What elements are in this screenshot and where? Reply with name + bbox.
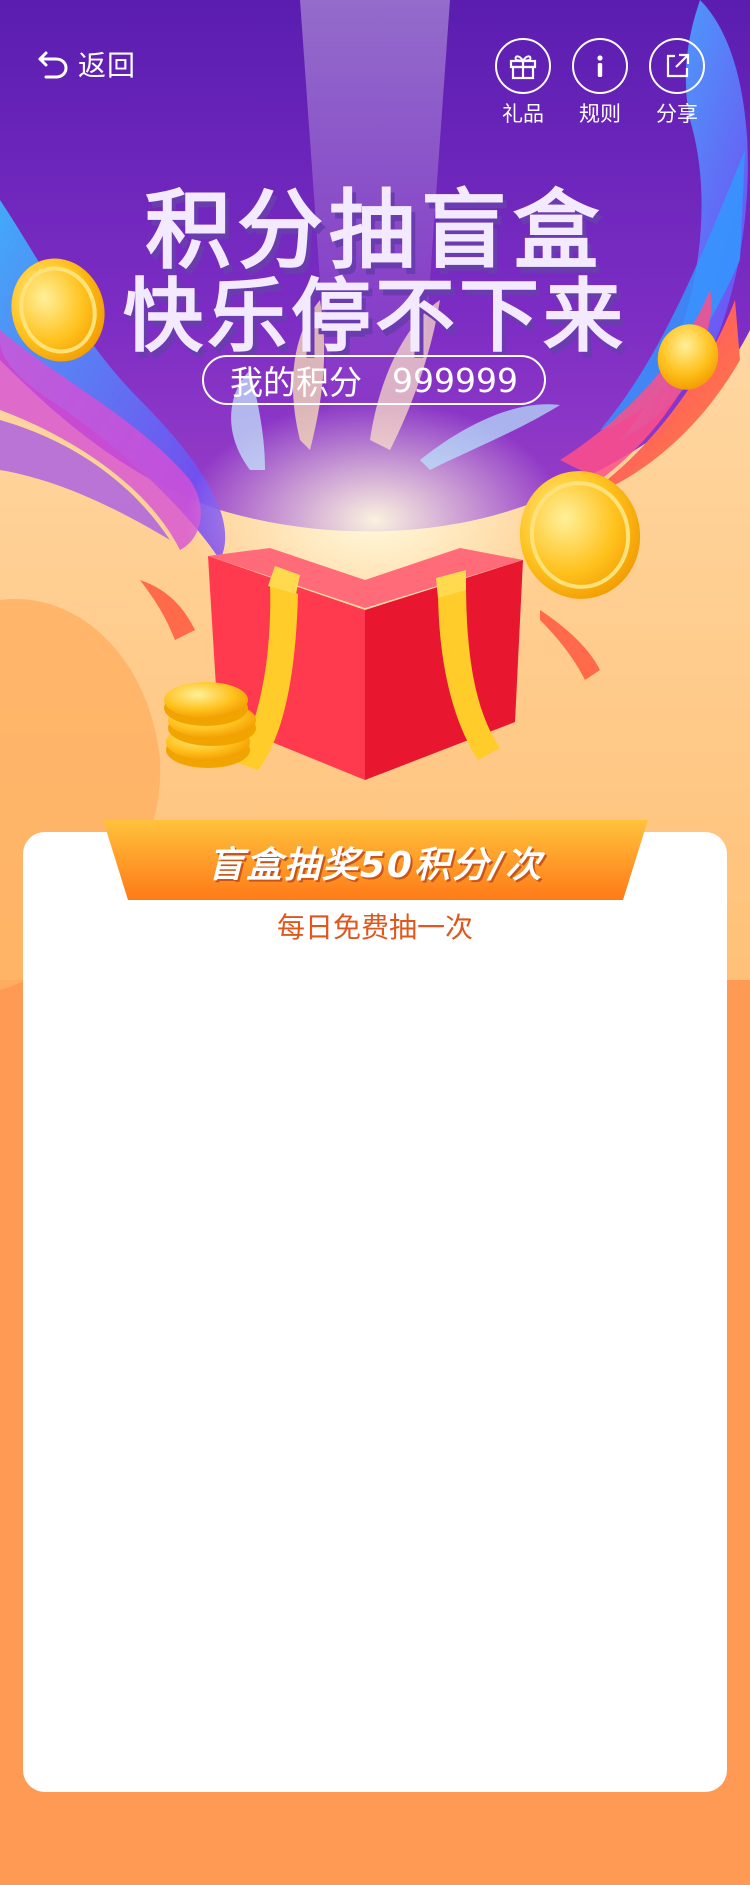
back-label: 返回	[78, 49, 137, 82]
points-value: 999999	[392, 360, 518, 400]
rules-button[interactable]: 规则	[569, 38, 631, 128]
hero-title-line2: 快乐停不下来	[123, 270, 627, 363]
rules-label: 规则	[579, 102, 621, 126]
share-button[interactable]: 分享	[646, 38, 708, 128]
share-label: 分享	[656, 102, 698, 126]
info-icon	[572, 38, 628, 94]
top-nav: 返回 礼品 规则 分享	[0, 0, 750, 140]
points-label: 我的积分	[230, 363, 362, 402]
back-button[interactable]: 返回	[36, 44, 136, 84]
gift-icon	[495, 38, 551, 94]
free-draw-note: 每日免费抽一次	[276, 911, 473, 944]
draw-card	[23, 832, 727, 1792]
draw-cost-label[interactable]: 盲盒抽奖50积分/次	[103, 836, 648, 888]
gift-label: 礼品	[502, 102, 544, 126]
gift-button[interactable]: 礼品	[492, 38, 554, 128]
points-badge: 我的积分 999999	[202, 355, 546, 405]
undo-arrow-icon	[38, 51, 68, 79]
share-icon	[649, 38, 705, 94]
